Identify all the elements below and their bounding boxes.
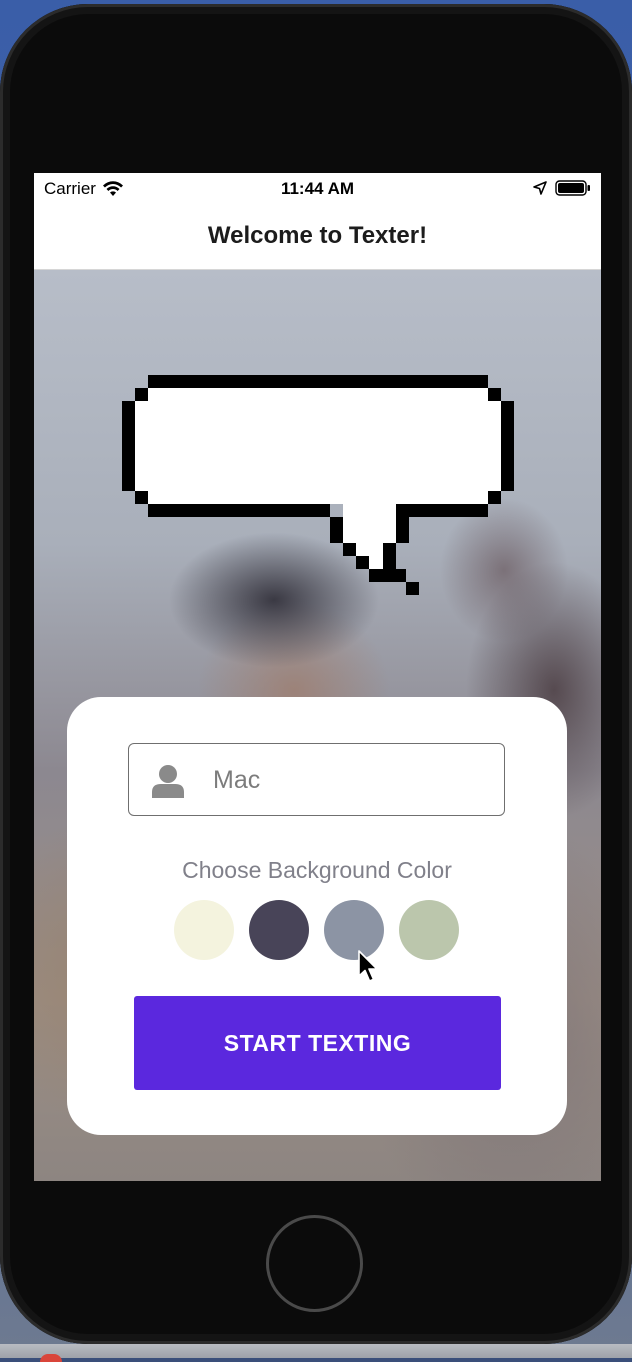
- color-swatch-cream[interactable]: [174, 900, 234, 960]
- name-input[interactable]: Mac: [128, 743, 505, 816]
- mouse-cursor-icon: [358, 950, 378, 982]
- status-bar: Carrier 11:44 AM: [34, 173, 601, 203]
- name-input-value: Mac: [213, 766, 261, 794]
- color-swatch-sage[interactable]: [399, 900, 459, 960]
- iphone-simulator-frame: Carrier 11:44 AM Welcome to Texter! Mac …: [0, 4, 632, 1344]
- status-right-group: [533, 180, 591, 196]
- status-time: 11:44 AM: [280, 179, 355, 198]
- color-swatch-group: [174, 900, 459, 960]
- color-choice-label: Choose Background Color: [182, 857, 452, 883]
- start-texting-button[interactable]: START TEXTING: [134, 996, 501, 1090]
- setup-card: Mac Choose Background Color START TEXTIN…: [67, 697, 567, 1135]
- desktop-dock-strip: [0, 1344, 632, 1358]
- app-screen: Carrier 11:44 AM Welcome to Texter! Mac …: [34, 173, 601, 1181]
- close-window-icon[interactable]: [40, 1354, 62, 1362]
- speech-bubble-logo: [122, 375, 514, 595]
- person-icon: [152, 765, 184, 798]
- page-title: Welcome to Texter!: [207, 222, 428, 249]
- navigation-bar: Welcome to Texter!: [34, 203, 601, 270]
- color-swatch-dark-purple[interactable]: [249, 900, 309, 960]
- home-button[interactable]: [266, 1215, 363, 1312]
- location-arrow-icon: [533, 181, 547, 195]
- battery-icon: [555, 180, 590, 196]
